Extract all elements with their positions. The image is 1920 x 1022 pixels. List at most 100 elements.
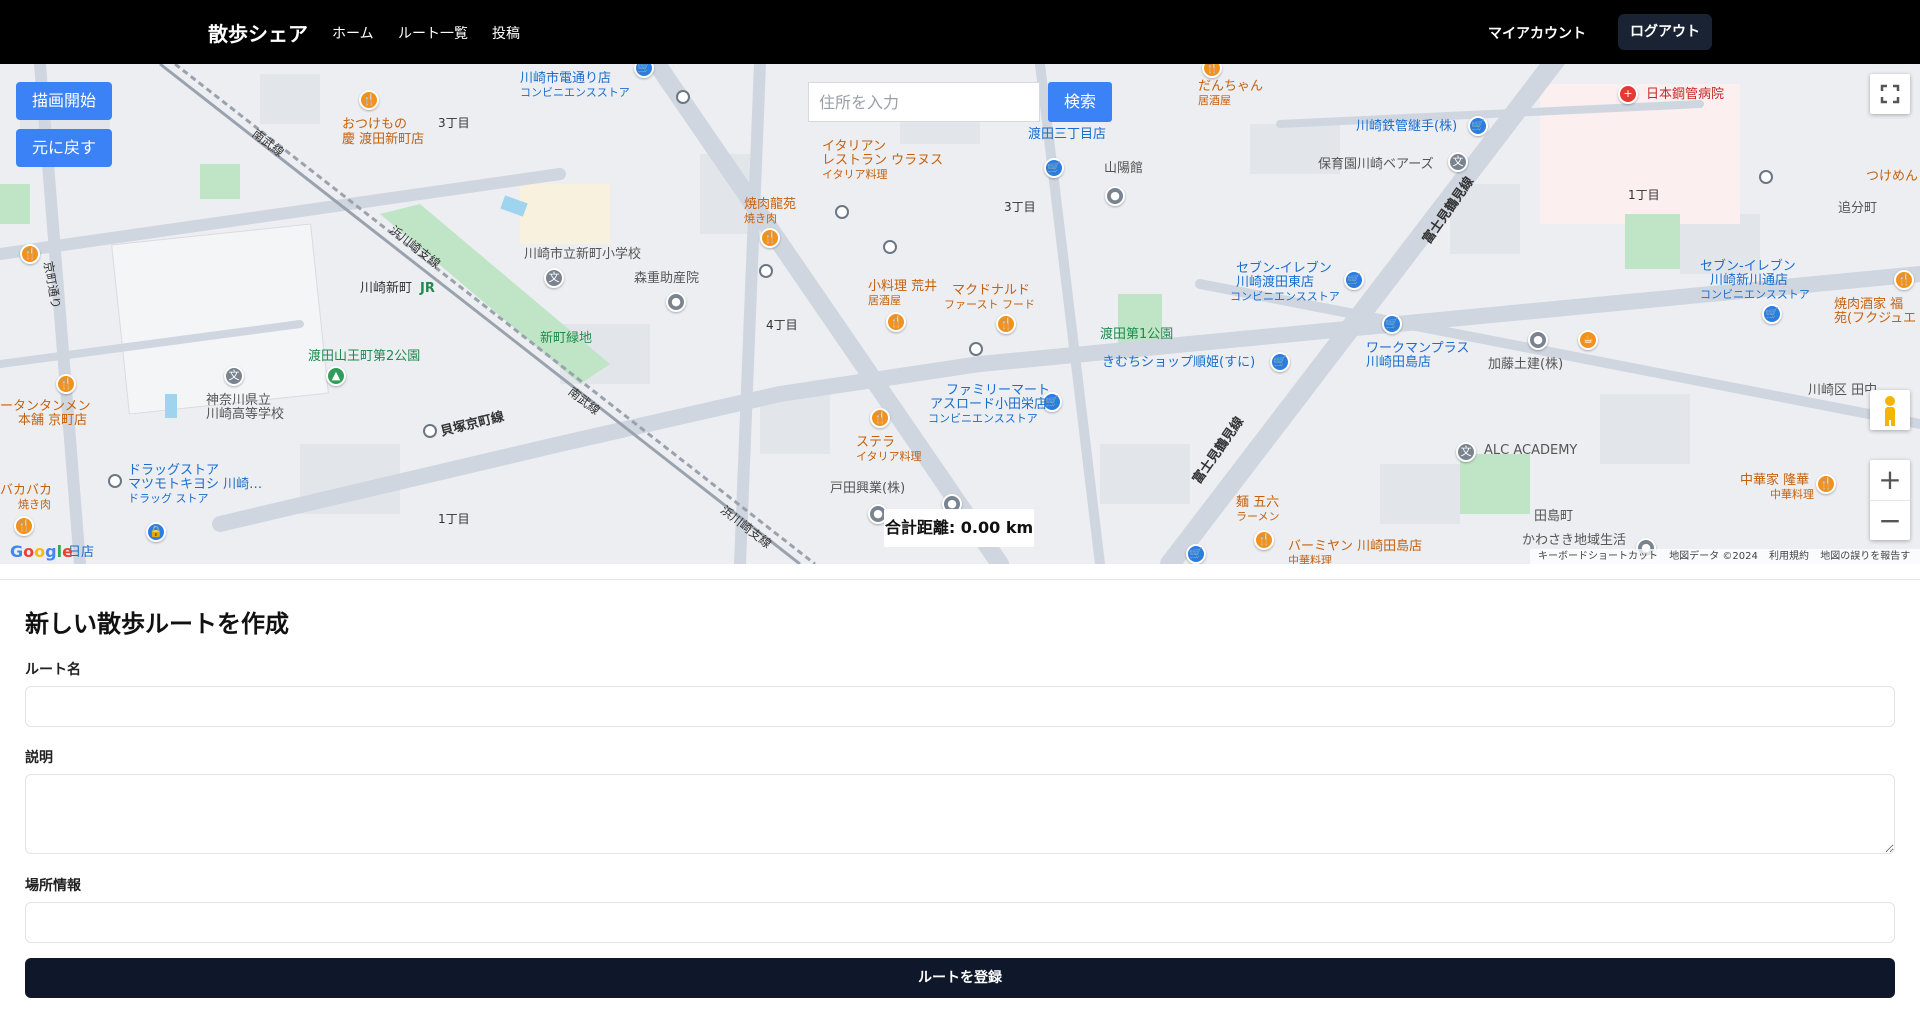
shop-pin-icon[interactable]: 🛒 [1270, 352, 1290, 372]
map-label: 戸田興業(株) [830, 481, 906, 496]
keyboard-shortcuts-link[interactable]: キーボードショートカット [1538, 551, 1658, 562]
bus-stop-icon[interactable] [835, 205, 849, 219]
map-label: 渡田三丁目店 [1028, 127, 1107, 142]
restaurant-pin-icon[interactable]: 🍴 [1894, 270, 1914, 290]
bus-stop-icon[interactable] [676, 90, 690, 104]
map-label: 居酒屋 [868, 294, 901, 307]
jr-icon: JR [420, 281, 435, 296]
map-label: 川崎市電通り店 [520, 71, 612, 86]
terms-link[interactable]: 利用規約 [1769, 551, 1809, 562]
create-route-form: 新しい散歩ルートを作成 ルート名 説明 場所情報 ルートを登録 [0, 579, 1920, 1022]
map-label: かわさき地域生活 [1522, 533, 1627, 548]
nav-home[interactable]: ホーム [332, 23, 374, 43]
restaurant-pin-icon[interactable]: 🍴 [56, 374, 76, 394]
map-label: 中華料理 [1288, 554, 1332, 564]
convenience-store-pin-icon[interactable]: 🛒 [1762, 304, 1782, 324]
map-label: 渡田山王町第2公園 [308, 349, 421, 364]
map-label: 川崎区 田中 [1808, 383, 1878, 398]
restaurant-pin-icon[interactable]: 🍴 [359, 90, 379, 110]
restaurant-pin-icon[interactable]: 🍴 [760, 228, 780, 248]
form-title: 新しい散歩ルートを作成 [25, 610, 289, 638]
nav-my-account[interactable]: マイアカウント [1488, 23, 1586, 43]
logout-button[interactable]: ログアウト [1618, 14, 1712, 50]
map-label: ファミリーマート [946, 383, 1051, 398]
map-label: ファースト フード [944, 298, 1035, 311]
map-label: つけめん [1866, 169, 1919, 184]
brand-logo[interactable]: 散歩シェア [208, 18, 308, 47]
school-pin-icon[interactable]: 文 [224, 366, 244, 386]
park-pin-icon[interactable]: ▲ [326, 366, 346, 386]
cafe-pin-icon[interactable]: ☕ [1578, 330, 1598, 350]
map-label: 川崎田島店 [1366, 355, 1432, 370]
bus-stop-icon[interactable] [759, 264, 773, 278]
route-name-input[interactable] [25, 686, 1895, 727]
shop-pin-icon[interactable]: 🛒 [1186, 544, 1206, 564]
restaurant-pin-icon[interactable]: 🍴 [1254, 530, 1274, 550]
undo-button[interactable]: 元に戻す [16, 129, 113, 167]
fullscreen-icon[interactable] [1870, 74, 1910, 114]
map-label: 麺 五六 [1236, 495, 1280, 510]
draw-start-button[interactable]: 描画開始 [16, 82, 113, 120]
restaurant-pin-icon[interactable]: 🍴 [14, 516, 34, 536]
address-search-button[interactable]: 検索 [1048, 82, 1112, 122]
zoom-in-icon[interactable]: + [1870, 460, 1910, 500]
map-label: マクドナルド [952, 283, 1031, 298]
description-label: 説明 [25, 750, 53, 766]
map-label: イタリアン [822, 139, 886, 154]
map-label: セブン-イレブン [1700, 259, 1796, 274]
description-textarea[interactable] [25, 774, 1895, 854]
bus-stop-icon[interactable] [423, 424, 437, 438]
map-label: イタリア料理 [822, 168, 888, 181]
address-search-input[interactable] [808, 82, 1040, 122]
map-label: コンビニエンスストア [1230, 290, 1340, 303]
map-label: 追分町 [1838, 201, 1878, 216]
register-route-button[interactable]: ルートを登録 [25, 958, 1895, 998]
restaurant-pin-icon[interactable]: 🍴 [886, 312, 906, 332]
nav-route-list[interactable]: ルート一覧 [398, 23, 468, 43]
restaurant-pin-icon[interactable]: 🍴 [996, 314, 1016, 334]
restaurant-pin-icon[interactable]: 🍴 [20, 244, 40, 264]
map-label: きむちショップ順姫(すに) [1102, 355, 1256, 370]
map-label: イタリア料理 [856, 450, 922, 463]
restaurant-pin-icon[interactable]: 🍴 [870, 408, 890, 428]
nav-post[interactable]: 投稿 [492, 23, 520, 43]
map-label: アスロード小田栄店 [930, 397, 1048, 412]
convenience-store-pin-icon[interactable]: 🛒 [1344, 270, 1364, 290]
restaurant-pin-icon[interactable]: 🍴 [1816, 474, 1836, 494]
zoom-out-icon[interactable]: − [1870, 500, 1910, 540]
convenience-store-pin-icon[interactable]: 🛒 [1044, 158, 1064, 178]
map-label: 小料理 荒井 [868, 279, 938, 294]
drugstore-pin-icon[interactable]: 🔒 [146, 522, 166, 542]
top-navbar: 散歩シェア ホーム ルート一覧 投稿 マイアカウント ログアウト [0, 0, 1920, 64]
bus-stop-icon[interactable] [969, 342, 983, 356]
map-label: 焼肉酒家 福 [1834, 297, 1904, 312]
total-distance-label: 合計距離: 0.00 km [884, 509, 1034, 547]
shop-pin-icon[interactable]: 🛒 [1382, 314, 1402, 334]
map-label: ステラ [856, 435, 896, 450]
map-label: おつけもの [342, 117, 408, 132]
bus-stop-icon[interactable] [1759, 170, 1773, 184]
map-label: コンビニエンスストア [520, 86, 630, 99]
school-pin-icon[interactable]: 文 [1456, 442, 1476, 462]
map-label: 川崎市立新町小学校 [524, 247, 642, 262]
map-label: 1丁目 [1628, 188, 1660, 202]
school-pin-icon[interactable]: 文 [544, 268, 564, 288]
school-pin-icon[interactable]: 文 [1448, 152, 1468, 172]
map-label: 中華家 隆華 [1740, 473, 1810, 488]
map-label: 神奈川県立 [206, 393, 272, 408]
place-pin-icon[interactable]: ● [1105, 186, 1125, 206]
map-label: ータンタンメン [0, 399, 91, 414]
bus-stop-icon[interactable] [108, 474, 122, 488]
bus-stop-icon[interactable] [883, 240, 897, 254]
street-view-pegman-icon[interactable] [1870, 390, 1910, 430]
route-map[interactable]: 🍴 🛒 🍴 🍴 🛒 ● 🍴 + 🛒 文 🍴 文 ● 🍴 🍴 🛒 🛒 🛒 ● ☕ … [0, 64, 1920, 564]
place-pin-icon[interactable]: ● [1528, 330, 1548, 350]
place-pin-icon[interactable]: ● [666, 292, 686, 312]
hospital-pin-icon[interactable]: + [1618, 84, 1638, 104]
shop-pin-icon[interactable]: 🛒 [1468, 116, 1488, 136]
location-input[interactable] [25, 902, 1895, 943]
map-label: 苑(フクジュエ [1834, 311, 1917, 326]
map-attribution: キーボードショートカット 地図データ ©2024 利用規約 地図の誤りを報告する [1530, 549, 1920, 564]
map-label: 焼肉龍苑 [744, 197, 797, 212]
map-label: 本舗 京町店 [18, 413, 88, 428]
